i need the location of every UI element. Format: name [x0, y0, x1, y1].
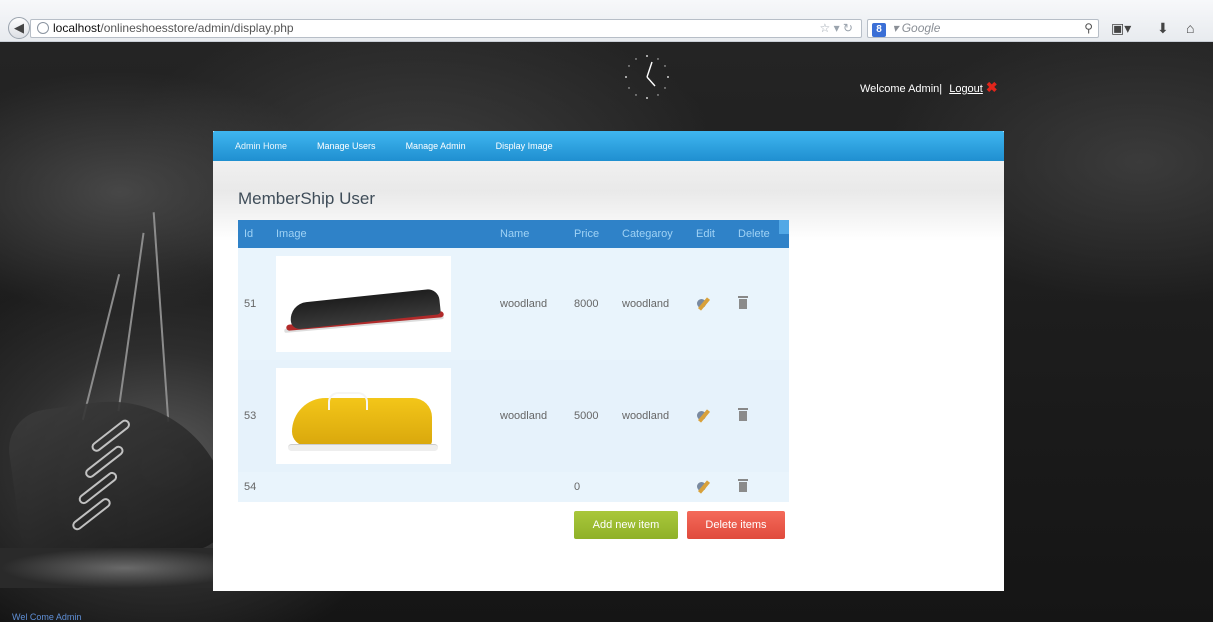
- col-id: Id: [244, 228, 254, 240]
- row-name: woodland: [500, 298, 548, 310]
- page-title: MemberShip User: [238, 189, 375, 208]
- bookmarks-icon[interactable]: ▣▾: [1111, 19, 1131, 38]
- table-header-row: Id Image Name Price Categaroy Edit Delet…: [238, 220, 789, 248]
- url-path: /onlineshoesstore/admin/display.php: [100, 21, 294, 35]
- col-price: Price: [574, 228, 600, 240]
- welcome-text: Welcome Admin|: [860, 83, 943, 95]
- clock-icon: [625, 55, 669, 99]
- home-icon[interactable]: ⌂: [1186, 19, 1194, 38]
- browser-toolbar: ◀ localhost/onlineshoesstore/admin/displ…: [0, 0, 1213, 42]
- table-corner-tab: [779, 220, 789, 234]
- search-placeholder: Google: [901, 21, 941, 35]
- close-x-icon[interactable]: ✖: [986, 79, 998, 95]
- nav-manage-users[interactable]: Manage Users: [317, 141, 376, 151]
- edit-pencil-icon[interactable]: [696, 296, 710, 310]
- google-icon: 8: [872, 23, 886, 37]
- table-row: 53 woodland 5000 woodland: [238, 360, 789, 472]
- products-table: Id Image Name Price Categaroy Edit Delet…: [238, 220, 789, 502]
- globe-icon: [37, 22, 49, 34]
- search-input[interactable]: 8 ▾ Google ⚲: [867, 19, 1099, 38]
- row-category: [616, 472, 690, 502]
- edit-pencil-icon[interactable]: [696, 479, 710, 493]
- nav-display-image[interactable]: Display Image: [496, 141, 553, 151]
- edit-pencil-icon[interactable]: [696, 408, 710, 422]
- magnifier-icon[interactable]: ⚲: [1084, 20, 1093, 37]
- status-text: Wel Come Admin: [12, 612, 82, 622]
- back-arrow-icon[interactable]: ◀: [8, 17, 30, 39]
- table-row: 54 0: [238, 472, 789, 502]
- admin-panel: Admin Home Manage Users Manage Admin Dis…: [213, 131, 1004, 591]
- lace-decoration: [81, 273, 121, 421]
- row-price: 0: [574, 481, 581, 493]
- add-new-item-button[interactable]: Add new item: [574, 511, 678, 539]
- trash-icon[interactable]: [738, 296, 748, 309]
- trash-icon[interactable]: [738, 408, 748, 421]
- row-price: 5000: [574, 410, 599, 422]
- trash-icon[interactable]: [738, 479, 748, 492]
- row-name: woodland: [500, 410, 548, 422]
- logout-link[interactable]: Logout: [949, 83, 983, 95]
- lace-decoration: [117, 232, 145, 412]
- col-image: Image: [276, 228, 307, 240]
- row-id: 54: [244, 481, 257, 493]
- url-host: localhost: [53, 21, 101, 35]
- col-name: Name: [500, 228, 530, 240]
- main-nav: Admin Home Manage Users Manage Admin Dis…: [213, 131, 1004, 161]
- row-id: 51: [244, 298, 257, 310]
- table-row: 51 woodland 8000 woodland: [238, 248, 789, 360]
- row-name: [494, 472, 568, 502]
- products-table-wrap: Id Image Name Price Categaroy Edit Delet…: [238, 220, 789, 502]
- product-image-yellow-shoe: [276, 368, 451, 464]
- address-bar[interactable]: localhost/onlineshoesstore/admin/display…: [30, 19, 862, 38]
- col-category: Categaroy: [622, 228, 673, 240]
- nav-admin-home[interactable]: Admin Home: [235, 141, 287, 151]
- bookmark-star-icon[interactable]: ☆ ▾ ↻: [819, 20, 853, 37]
- nav-manage-admin[interactable]: Manage Admin: [406, 141, 466, 151]
- row-price: 8000: [574, 298, 599, 310]
- delete-items-button[interactable]: Delete items: [687, 511, 785, 539]
- lace-decoration: [152, 212, 170, 422]
- col-edit: Edit: [696, 228, 715, 240]
- row-category: woodland: [622, 298, 670, 310]
- download-arrow-icon[interactable]: ⬇: [1157, 19, 1169, 38]
- row-category: woodland: [622, 410, 670, 422]
- product-image-black-shoe: [276, 256, 451, 352]
- row-id: 53: [244, 410, 257, 422]
- welcome-area: Welcome Admin| Logout ✖: [860, 79, 998, 96]
